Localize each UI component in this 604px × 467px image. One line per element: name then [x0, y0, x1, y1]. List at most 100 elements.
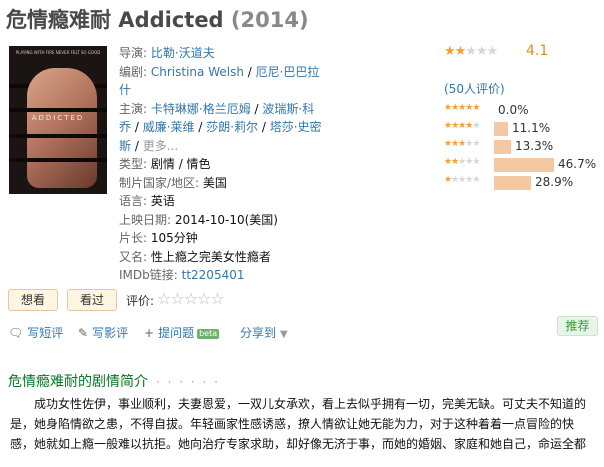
star-icon: ★ — [472, 121, 480, 131]
write-short-review-label: 写短评 — [27, 326, 64, 340]
movie-year: (2014) — [230, 8, 309, 32]
release-value: 2014-10-10(美国) — [174, 212, 278, 227]
poster-stripe — [9, 134, 107, 138]
write-review-link[interactable]: ✎ 写影评 — [78, 324, 128, 341]
row-stars-icon: ★★★★★ — [444, 121, 480, 131]
rate-label: 评价: — [126, 294, 155, 308]
genre-value: 剧情 / 情色 — [150, 157, 211, 171]
write-short-review-link[interactable]: 🗨 写短评 — [8, 324, 63, 341]
rating-count-link[interactable]: (50人评价) — [444, 80, 505, 97]
star-icon: ★ — [454, 44, 467, 59]
star-icon: ★ — [444, 44, 456, 59]
star-icon: ★ — [472, 157, 480, 167]
recommend-button[interactable]: 推荐 — [557, 316, 598, 336]
genre-label: 类型: — [119, 157, 148, 171]
share-label: 分享到 — [240, 326, 277, 340]
interaction-links: 🗨 写短评 ✎ 写影评 + 提问题 beta 分享到 ▼ — [8, 324, 598, 342]
rating-percent: 0.0% — [498, 103, 529, 117]
rate-stars-input[interactable]: ☆☆☆☆☆ — [157, 289, 225, 308]
rating-stars-icon: ★★★★★ — [444, 44, 499, 59]
rating-percent: 11.1% — [512, 121, 551, 135]
rating-bar — [494, 176, 531, 190]
rating-row: ★★★★★ 11.1% — [444, 120, 600, 138]
beta-badge: beta — [197, 328, 220, 339]
release-label: 上映日期: — [119, 212, 172, 227]
want-to-watch-button[interactable]: 想看 — [8, 289, 58, 311]
star-icon: ★ — [472, 139, 480, 149]
synopsis-text: 成功女性佐伊，事业顺利，夫妻恩爱，一双儿女承欢，看上去似乎拥有一切，完美无缺。可… — [10, 397, 587, 451]
rating-percent: 13.3% — [515, 139, 554, 153]
rating-row: ★★★★★ 0.0% — [444, 102, 600, 120]
cast-row: 主演: 卡特琳娜·格兰厄姆 / 波瑞斯·科乔 / 威廉·莱维 / 莎朗·莉尔 /… — [119, 101, 322, 153]
imdb-label: IMDb链接: — [119, 268, 178, 282]
poster-stripe — [9, 108, 107, 112]
rating-bar — [494, 158, 554, 172]
language-row: 语言: 英语 — [119, 192, 324, 211]
star-icon: ★ — [465, 44, 477, 59]
page-title: 危情瘾难耐 Addicted (2014) — [6, 4, 309, 34]
director-link[interactable]: 比勒·沃道夫 — [151, 46, 215, 60]
star-icon: ★ — [475, 44, 488, 59]
rating-row: ★★★★★ 46.7% — [444, 156, 600, 174]
row-stars-icon: ★★★★★ — [444, 139, 480, 149]
runtime-row: 片长: 105分钟 — [119, 229, 324, 248]
cast-link[interactable]: 莎朗·莉尔 — [206, 120, 258, 134]
writer-label: 编剧: — [119, 64, 148, 79]
row-stars-icon: ★★★★★ — [444, 157, 480, 167]
heading-dots: · · · · · · — [156, 375, 220, 389]
country-label: 制片国家/地区: — [119, 175, 200, 190]
plus-icon: + — [144, 326, 155, 340]
poster-tagline: PLAYING WITH FIRE NEVER FELT SO GOOD — [15, 50, 101, 55]
cast-label: 主演: — [119, 101, 148, 116]
rating-percent: 46.7% — [558, 157, 597, 171]
imdb-link[interactable]: tt2205401 — [182, 268, 245, 282]
director-row: 导演: 比勒·沃道夫 — [119, 44, 324, 63]
star-icon: ★ — [486, 44, 499, 59]
row-stars-icon: ★★★★★ — [444, 175, 480, 185]
star-icon: ★ — [472, 175, 480, 185]
synopsis-heading: 危情瘾难耐的剧情简介 · · · · · · — [8, 371, 220, 391]
language-value: 英语 — [150, 194, 175, 208]
poster-stripe — [9, 158, 107, 162]
runtime-label: 片长: — [119, 231, 148, 245]
rating-bar — [494, 140, 511, 154]
write-review-label: 写影评 — [92, 326, 129, 340]
imdb-row: IMDb链接: tt2205401 — [119, 266, 324, 285]
comment-icon: 🗨 — [8, 326, 24, 340]
row-stars-icon: ★★★★★ — [444, 103, 480, 113]
rating-percent: 28.9% — [535, 175, 574, 189]
genre-row: 类型: 剧情 / 情色 — [119, 155, 324, 174]
cast-link[interactable]: 威廉·莱维 — [143, 120, 195, 134]
share-dropdown[interactable]: 分享到 ▼ — [240, 324, 288, 341]
language-label: 语言: — [119, 194, 148, 208]
country-value: 美国 — [202, 175, 227, 190]
runtime-value: 105分钟 — [150, 231, 198, 245]
writer-row: 编剧: Christina Welsh / 厄尼·巴巴拉什 — [119, 64, 320, 98]
movie-name: 危情瘾难耐 Addicted — [6, 8, 224, 32]
aka-value: 性上瘾之完美女性瘾者 — [150, 249, 271, 264]
rating-row: ★★★★★ 28.9% — [444, 174, 600, 192]
country-row: 制片国家/地区: 美国 — [119, 174, 324, 193]
poster-title: ADDICTED — [31, 114, 85, 122]
aka-label: 又名: — [119, 249, 148, 264]
rating-distribution: ★★★★★ 0.0% ★★★★★ 11.1% ★★★★★ 13.3% ★★★★★ 46.7% ★… — [444, 102, 600, 192]
director-label: 导演: — [119, 46, 148, 60]
writer-link[interactable]: Christina Welsh — [151, 65, 244, 79]
chevron-down-icon: ▼ — [280, 329, 288, 340]
release-row: 上映日期: 2014-10-10(美国) — [119, 211, 324, 230]
movie-info: 导演: 比勒·沃道夫 编剧: Christina Welsh / 厄尼·巴巴拉什… — [119, 44, 324, 285]
movie-poster[interactable]: PLAYING WITH FIRE NEVER FELT SO GOOD ADD… — [9, 46, 107, 194]
rating-bar — [494, 122, 508, 136]
rating-row: ★★★★★ 13.3% — [444, 138, 600, 156]
cast-link[interactable]: 卡特琳娜·格兰厄姆 — [151, 102, 251, 116]
ask-question-link[interactable]: + 提问题 beta — [144, 324, 220, 341]
ask-question-label: 提问题 — [158, 326, 195, 340]
star-icon: ★ — [472, 103, 480, 113]
pen-icon: ✎ — [78, 326, 89, 340]
rating-score: 4.1 — [526, 43, 549, 59]
synopsis-title: 危情瘾难耐的剧情简介 — [8, 374, 148, 390]
cast-more-link[interactable]: 更多... — [143, 139, 178, 153]
watched-button[interactable]: 看过 — [67, 289, 117, 311]
aka-row: 又名: 性上瘾之完美女性瘾者 — [119, 248, 324, 267]
poster-figure — [27, 68, 97, 188]
